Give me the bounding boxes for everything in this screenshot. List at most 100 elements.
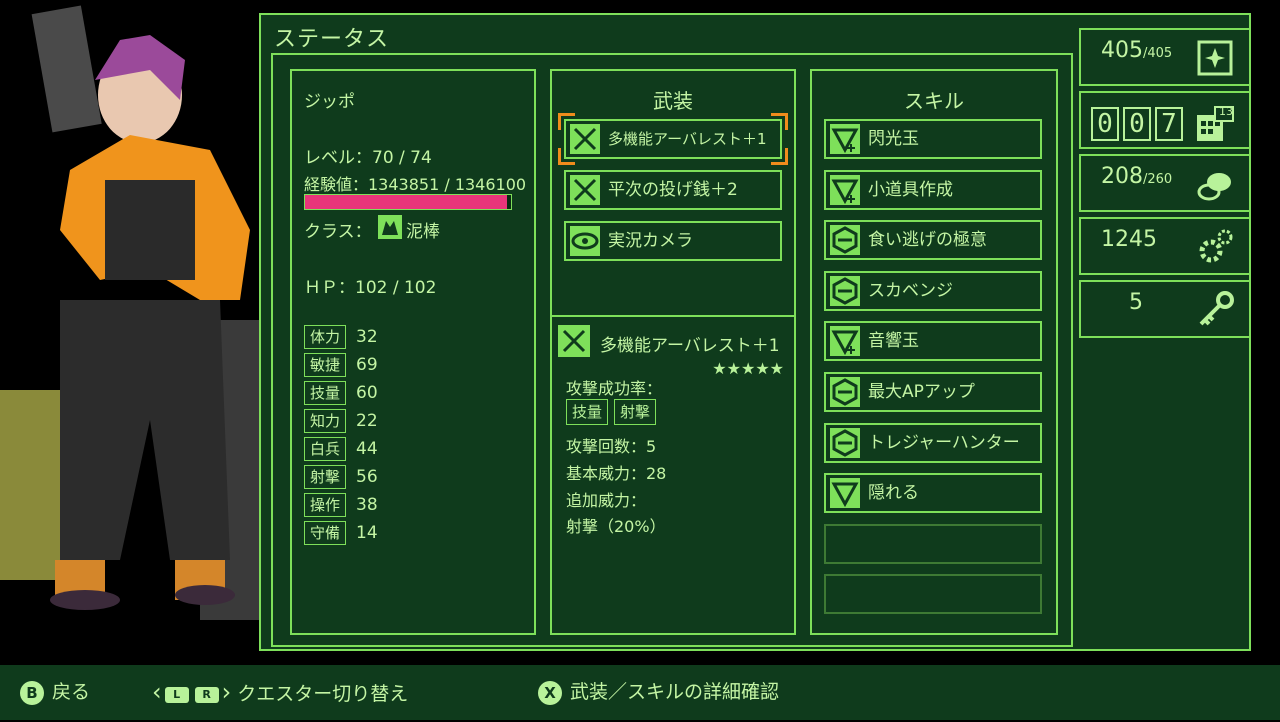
skill-slot[interactable]: トレジャーハンター — [824, 422, 1042, 463]
calendar-badge: 13 — [1219, 105, 1233, 118]
back-label: 戻る — [52, 681, 91, 703]
right-chevron-icon: › — [221, 678, 232, 706]
detail-label: 武装／スキルの詳細確認 — [570, 681, 780, 703]
hexagon-icon — [830, 275, 860, 306]
parts-value: 1245 — [1101, 227, 1157, 252]
skill-slot[interactable]: 小道具作成 — [824, 169, 1042, 210]
skill-slot[interactable]: スカベンジ — [824, 270, 1042, 311]
exp-bar — [304, 194, 512, 210]
detail-rarity-stars: ★★★★★ — [712, 359, 784, 378]
food-icon — [1197, 173, 1231, 201]
day-counter: 0 0 7 13 — [1079, 91, 1249, 149]
stat-value: 38 — [356, 495, 378, 515]
skill-slot[interactable]: 隠れる — [824, 473, 1042, 514]
selection-cursor-corner — [771, 113, 788, 130]
stat-value: 32 — [356, 327, 378, 347]
skill-label: 音響玉 — [868, 331, 919, 352]
hexagon-icon — [830, 427, 860, 458]
equipment-slot[interactable]: 平次の投げ銭＋2 — [564, 170, 782, 210]
thief-class-icon — [378, 215, 402, 239]
class-label: クラス： — [304, 222, 372, 242]
equipment-divider — [552, 315, 794, 317]
keys-counter: 5 — [1079, 280, 1249, 338]
stat-value: 69 — [356, 355, 378, 375]
switch-quester-control[interactable]: ‹ L R › クエスター切り替え — [152, 665, 408, 722]
detail-control[interactable]: X 武装／スキルの詳細確認 — [538, 665, 779, 720]
skill-slot[interactable]: 食い逃げの極意 — [824, 220, 1042, 261]
stat-name: 操作 — [304, 493, 346, 517]
skill-label: トレジャーハンター — [868, 432, 1020, 453]
skill-label: 食い逃げの極意 — [868, 230, 987, 251]
skill-slot[interactable]: 音響玉 — [824, 321, 1042, 362]
stat-value: 14 — [356, 523, 378, 543]
empty-skill-slot[interactable] — [824, 574, 1042, 615]
stat-name: 敏捷 — [304, 353, 346, 377]
back-control[interactable]: B 戻る — [20, 665, 90, 720]
skills-heading: スキル — [904, 89, 964, 113]
level-text: レベル：70 / 74 — [304, 148, 432, 168]
status-inner-frame: ジッポ レベル：70 / 74 経験値：1343851 / 1346100 クラ… — [271, 53, 1073, 647]
stat-name: 射撃 — [304, 465, 346, 489]
skill-label: 閃光玉 — [868, 129, 919, 149]
exp-bar-fill — [305, 195, 508, 209]
food-value: 208 — [1101, 164, 1143, 189]
character-stats-panel: ジッポ レベル：70 / 74 経験値：1343851 / 1346100 クラ… — [290, 69, 536, 635]
ap-value: 405 — [1101, 38, 1143, 63]
left-chevron-icon: ‹ — [152, 678, 162, 706]
stat-name: 知力 — [304, 409, 346, 433]
day-digit: 0 — [1123, 107, 1151, 141]
equipment-label: 多機能アーバレスト＋1 — [608, 130, 767, 148]
empty-skill-slot[interactable] — [824, 523, 1042, 564]
selection-cursor-corner — [558, 113, 575, 130]
character-portrait — [0, 0, 262, 660]
equipment-slot[interactable]: 実況カメラ — [564, 221, 782, 261]
selection-cursor-corner — [558, 148, 575, 165]
skill-label: 最大APアップ — [868, 382, 975, 402]
class-name: 泥棒 — [406, 222, 440, 242]
equipment-heading: 武装 — [653, 89, 693, 113]
eye-icon — [570, 226, 600, 256]
stat-value: 44 — [356, 439, 378, 459]
screen-title: ステータス — [274, 27, 390, 52]
attack-count: 攻撃回数：5 — [566, 437, 657, 456]
ap-max: /405 — [1143, 46, 1173, 61]
stat-value: 22 — [356, 411, 378, 431]
gears-icon — [1199, 229, 1233, 263]
key-icon — [1199, 291, 1234, 326]
skill-label: 小道具作成 — [868, 179, 953, 200]
equipment-label: 実況カメラ — [608, 231, 693, 251]
extra-power-label: 追加威力： — [566, 491, 647, 510]
ap-counter: 405/405 — [1079, 28, 1249, 86]
exp-text: 経験値：1343851 / 1346100 — [304, 175, 527, 194]
hit-rate-stat-tag: 射撃 — [614, 399, 656, 425]
equipment-panel: 武装 多機能アーバレスト＋1 平次の投げ銭＋2 実況カメラ 多機能アーバレスト＋1 … — [550, 69, 796, 635]
sparkle-card-icon — [1197, 40, 1233, 76]
triangle-plus-icon — [830, 326, 860, 357]
hit-rate-label: 攻撃成功率： — [566, 379, 663, 398]
food-max: /260 — [1143, 172, 1173, 187]
stat-name: 技量 — [304, 381, 346, 405]
hexagon-icon — [830, 225, 860, 256]
equipment-slot[interactable]: 多機能アーバレスト＋1 — [558, 113, 788, 165]
day-digit: 7 — [1155, 107, 1183, 141]
character-name: ジッポ — [304, 92, 355, 112]
stat-name: 守備 — [304, 521, 346, 545]
day-digit: 0 — [1091, 107, 1119, 141]
triangle-plus-icon — [830, 174, 860, 205]
triangle-plus-icon — [830, 124, 860, 154]
l-button-icon: L — [164, 686, 189, 703]
stat-value: 60 — [356, 383, 378, 403]
stat-name: 体力 — [304, 325, 346, 349]
detail-weapon-icon — [558, 325, 590, 357]
x-button-icon: X — [538, 680, 562, 705]
hp-text: ＨＰ：102 / 102 — [304, 278, 437, 298]
keys-value: 5 — [1129, 290, 1143, 315]
detail-weapon-name: 多機能アーバレスト＋1 — [600, 336, 780, 356]
stat-value: 56 — [356, 467, 378, 487]
skill-slot[interactable]: 最大APアップ — [824, 372, 1042, 412]
skill-slot[interactable]: 閃光玉 — [824, 119, 1042, 159]
skills-panel: スキル 閃光玉小道具作成食い逃げの極意スカベンジ音響玉最大APアップトレジャーハ… — [810, 69, 1058, 635]
extra-power-value: 射撃（20%） — [566, 517, 666, 536]
crossed-swords-icon — [570, 175, 600, 205]
hit-rate-stat-tag: 技量 — [566, 399, 608, 425]
